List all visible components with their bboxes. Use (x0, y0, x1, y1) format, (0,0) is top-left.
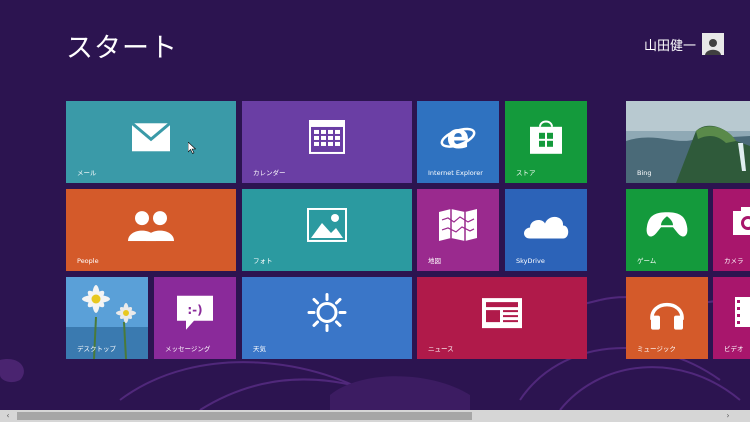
mail-icon (131, 122, 171, 156)
tile-weather-label: 天気 (253, 345, 266, 353)
tile-mail[interactable]: メール (66, 101, 236, 183)
mouse-cursor-icon (187, 139, 197, 158)
tile-skydrive[interactable]: SkyDrive (505, 189, 587, 271)
tile-video[interactable]: ビデオ (713, 277, 750, 359)
svg-text:e: e (446, 119, 469, 155)
xbox-controller-icon (645, 210, 689, 244)
news-icon (481, 297, 523, 333)
headphones-icon (648, 294, 686, 336)
tile-bing[interactable]: Bing (626, 101, 750, 183)
internet-explorer-icon: e (440, 117, 476, 159)
user-avatar-icon (702, 33, 724, 55)
tile-music[interactable]: ミュージック (626, 277, 708, 359)
tile-weather[interactable]: 天気 (242, 277, 412, 359)
tile-people-label: People (77, 257, 99, 265)
tile-messaging[interactable]: :-) メッセージング (154, 277, 236, 359)
tile-camera[interactable]: カメラ (713, 189, 750, 271)
tile-bing-label: Bing (637, 169, 652, 177)
tile-messaging-label: メッセージング (165, 345, 211, 353)
tile-calendar-label: カレンダー (253, 169, 286, 177)
scroll-right-arrow-icon[interactable]: › (722, 410, 734, 422)
photos-icon (307, 207, 347, 246)
weather-sun-icon (307, 292, 347, 336)
tile-photos-label: フォト (253, 257, 273, 265)
scroll-left-arrow-icon[interactable]: ‹ (2, 410, 14, 422)
tile-news-label: ニュース (428, 345, 454, 353)
tile-maps-label: 地図 (428, 257, 441, 265)
tile-people[interactable]: People (66, 189, 236, 271)
tile-store[interactable]: ストア (505, 101, 587, 183)
tile-desktop[interactable]: デスクトップ (66, 277, 148, 359)
tile-camera-label: カメラ (724, 257, 744, 265)
calendar-icon (309, 119, 345, 158)
tile-ie-label: Internet Explorer (428, 169, 483, 177)
video-icon (735, 297, 750, 331)
camera-icon (733, 207, 750, 239)
horizontal-scrollbar[interactable]: ‹ › (0, 410, 750, 422)
tile-music-label: ミュージック (637, 345, 676, 353)
tile-photos[interactable]: フォト (242, 189, 412, 271)
messaging-icon: :-) (176, 295, 214, 335)
user-account[interactable]: 山田健一 (644, 33, 724, 55)
tile-store-label: ストア (516, 169, 536, 177)
tile-desktop-label: デスクトップ (77, 345, 116, 353)
tile-games[interactable]: ゲーム (626, 189, 708, 271)
tile-internet-explorer[interactable]: e Internet Explorer (417, 101, 499, 183)
skydrive-cloud-icon (522, 211, 570, 243)
tile-news[interactable]: ニュース (417, 277, 587, 359)
tile-video-label: ビデオ (724, 345, 744, 353)
store-icon (529, 119, 563, 159)
start-screen-title: スタート (66, 33, 178, 64)
maps-icon (438, 208, 478, 246)
tile-mail-label: メール (77, 169, 97, 177)
tile-skydrive-label: SkyDrive (516, 257, 545, 265)
svg-text::-): :-) (187, 303, 202, 317)
tile-games-label: ゲーム (637, 257, 657, 265)
tile-maps[interactable]: 地図 (417, 189, 499, 271)
user-name: 山田健一 (643, 38, 696, 54)
scrollbar-thumb[interactable] (17, 412, 472, 420)
people-icon (128, 209, 174, 245)
tile-calendar[interactable]: カレンダー (242, 101, 412, 183)
